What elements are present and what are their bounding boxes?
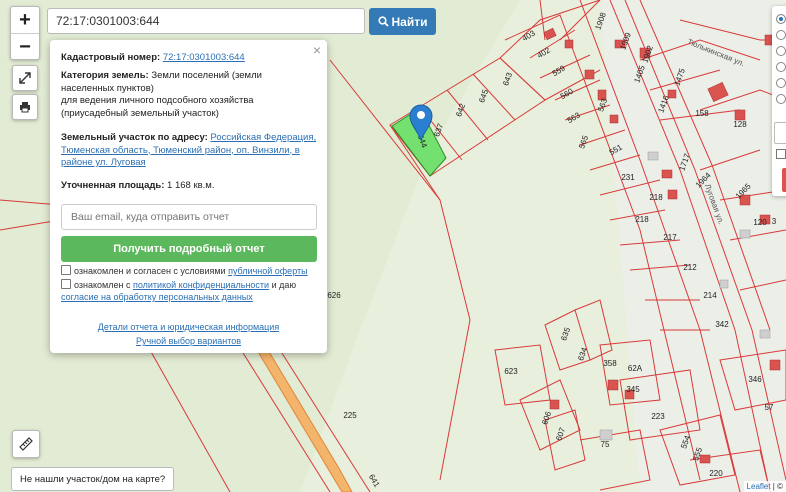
privacy-checkbox[interactable] — [61, 279, 71, 289]
consent-privacy-text: ознакомлен с — [74, 280, 133, 290]
map-label: 217 — [663, 233, 677, 242]
map-label: 225 — [343, 411, 357, 420]
ruler-button[interactable] — [12, 430, 40, 458]
personal-data-link[interactable]: согласие на обработку персональных данны… — [61, 292, 253, 302]
map-label: 218 — [649, 193, 663, 202]
map-label: 358 — [603, 359, 617, 368]
find-button[interactable]: Найти — [369, 8, 436, 35]
cadastral-link[interactable]: 72:17:0301003:644 — [163, 52, 245, 63]
area-label: Уточненная площадь: — [61, 180, 165, 191]
map-label: 220 — [709, 469, 723, 478]
layer-radio-3[interactable] — [776, 46, 786, 56]
address-label: Земельный участок по адресу: — [61, 132, 208, 143]
layers-panel — [772, 6, 786, 196]
parcel-info-popup: × Кадастровый номер: 72:17:0301003:644 К… — [50, 40, 327, 353]
layer-radio-2[interactable] — [776, 30, 786, 40]
attribution-sep: | © — [770, 482, 783, 491]
zoom-out-button[interactable]: − — [11, 34, 39, 60]
map-label: 214 — [703, 291, 717, 300]
expand-icon — [19, 72, 31, 84]
privacy-link[interactable]: политикой конфиденциальности — [133, 280, 269, 290]
area-value: 1 168 кв.м. — [167, 180, 215, 191]
zoom-control: + − — [10, 6, 40, 60]
manual-select-link[interactable]: Ручной выбор вариантов — [136, 336, 241, 346]
map-label: 128 — [733, 120, 747, 129]
map-label: 626 — [327, 291, 341, 300]
manual-row: Ручной выбор вариантов — [50, 336, 327, 346]
search-input[interactable] — [47, 8, 365, 34]
map-label: 57 — [765, 403, 774, 412]
get-report-button[interactable]: Получить подробный отчет — [61, 236, 317, 262]
attribution: Leaflet | © — [743, 481, 786, 492]
map-label: 345 — [626, 385, 640, 394]
usage-value: для ведения личного подсобного хозяйства… — [61, 95, 254, 119]
details-row: Детали отчета и юридическая информация — [50, 322, 327, 332]
layer-radio-1[interactable] — [776, 14, 786, 24]
area-row: Уточненная площадь: 1 168 кв.м. — [61, 180, 317, 193]
offer-link[interactable]: публичной оферты — [228, 266, 308, 276]
layer-radio-6[interactable] — [776, 94, 786, 104]
layer-radio-5[interactable] — [776, 78, 786, 88]
category-row: Категория земель: Земли поселений (земли… — [61, 70, 317, 120]
zoom-in-button[interactable]: + — [11, 7, 39, 34]
category-label: Категория земель: — [61, 70, 149, 81]
map-label: 223 — [651, 412, 665, 421]
email-field[interactable] — [61, 204, 317, 230]
ruler-icon — [19, 437, 33, 451]
map-label: 231 — [621, 173, 635, 182]
not-found-label: Не нашли участок/дом на карте? — [20, 473, 166, 485]
offer-checkbox[interactable] — [61, 265, 71, 275]
not-found-button[interactable]: Не нашли участок/дом на карте? — [11, 467, 175, 491]
consent-privacy: ознакомлен с политикой конфиденциальност… — [61, 279, 319, 303]
map-label: 62А — [628, 364, 643, 373]
find-button-label: Найти — [391, 14, 428, 29]
address-row: Земельный участок по адресу: Российская … — [61, 132, 317, 170]
print-icon — [20, 102, 30, 113]
map-label: 623 — [504, 367, 518, 376]
details-link[interactable]: Детали отчета и юридическая информация — [98, 322, 279, 332]
map-label: 120 — [753, 218, 767, 227]
search-icon — [377, 16, 389, 27]
map-label: 218 — [635, 215, 649, 224]
cadastral-label: Кадастровый номер: — [61, 52, 161, 63]
fullscreen-button[interactable] — [12, 65, 38, 91]
layer-checkbox[interactable] — [776, 149, 786, 159]
layer-radio-4[interactable] — [776, 62, 786, 72]
map-label: 75 — [601, 440, 610, 449]
layer-input[interactable] — [774, 122, 786, 144]
map-label: 342 — [715, 320, 729, 329]
consent-offer-text: ознакомлен и согласен с условиями — [74, 266, 229, 276]
consent-offer: ознакомлен и согласен с условиями публич… — [61, 265, 319, 277]
leaflet-link[interactable]: Leaflet — [747, 482, 771, 491]
map-label: 3 — [772, 217, 777, 226]
map-label: 212 — [683, 263, 697, 272]
cadastral-row: Кадастровый номер: 72:17:0301003:644 — [61, 52, 317, 65]
map-label: 158 — [695, 109, 709, 118]
layer-apply-button[interactable] — [782, 168, 786, 192]
consent-privacy-mid: и даю — [269, 280, 297, 290]
map-label: 346 — [748, 375, 762, 384]
print-button[interactable] — [12, 94, 38, 120]
